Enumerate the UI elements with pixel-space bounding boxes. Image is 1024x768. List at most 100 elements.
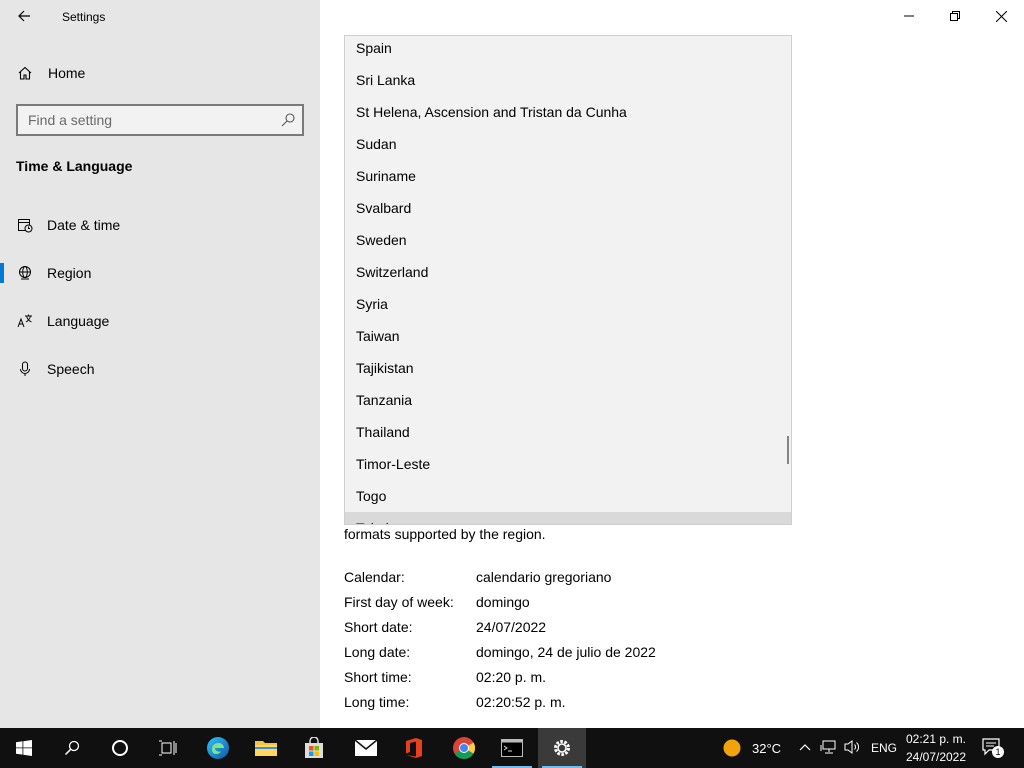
sidebar-item-label: Language (47, 313, 110, 329)
edge-button[interactable] (194, 728, 242, 768)
clock[interactable]: 02:21 p. m. 24/07/2022 (900, 730, 972, 766)
dropdown-option[interactable]: Timor-Leste (345, 448, 791, 480)
format-row-long-date: Long date: domingo, 24 de julio de 2022 (344, 644, 656, 660)
sidebar-item-label: Date & time (47, 217, 121, 233)
format-value: 02:20:52 p. m. (476, 694, 566, 710)
globe-icon (17, 265, 33, 281)
task-view-icon (159, 740, 177, 756)
search-icon (64, 740, 80, 756)
chrome-icon (453, 737, 475, 759)
sidebar-item-label: Region (47, 265, 92, 281)
minimize-button[interactable] (886, 0, 932, 32)
format-value: calendario gregoriano (476, 569, 612, 585)
sidebar-item-speech[interactable]: Speech (0, 349, 320, 389)
start-button[interactable] (0, 728, 48, 768)
gear-icon (554, 740, 570, 756)
taskbar: 32°C ENG 02:21 p. m. 24/07/2022 1 (0, 728, 1024, 768)
sidebar-item-region[interactable]: Region (0, 253, 320, 293)
terminal-icon (501, 739, 523, 757)
home-label: Home (48, 65, 86, 81)
format-value: 24/07/2022 (476, 619, 547, 635)
file-explorer-button[interactable] (242, 728, 290, 768)
edge-icon (207, 737, 229, 759)
terminal-button[interactable] (488, 728, 536, 768)
format-key: Long date: (344, 644, 411, 660)
section-title: Time & Language (16, 158, 133, 174)
format-row-short-time: Short time: 02:20 p. m. (344, 669, 546, 685)
sidebar-item-date-time[interactable]: Date & time (0, 205, 320, 245)
home-icon (17, 65, 33, 81)
settings-button[interactable] (538, 728, 586, 768)
close-button[interactable] (978, 0, 1024, 32)
input-language-indicator[interactable]: ENG (871, 741, 897, 755)
back-button[interactable] (8, 2, 40, 30)
restore-button[interactable] (932, 0, 978, 32)
volume-icon[interactable] (844, 739, 862, 760)
mail-icon (354, 739, 378, 756)
clock-time: 02:21 p. m. (905, 732, 967, 746)
format-key: Long time: (344, 694, 410, 710)
format-key: Short date: (344, 619, 413, 635)
search-input[interactable] (28, 112, 268, 128)
dropdown-option[interactable]: Sri Lanka (345, 64, 791, 96)
chrome-button[interactable] (440, 728, 488, 768)
mail-button[interactable] (342, 728, 390, 768)
format-row-long-time: Long time: 02:20:52 p. m. (344, 694, 566, 710)
restore-icon (950, 11, 960, 21)
dropdown-option[interactable]: Tanzania (345, 384, 791, 416)
store-button[interactable] (290, 728, 338, 768)
dropdown-option[interactable]: Svalbard (345, 192, 791, 224)
dropdown-option[interactable]: Sweden (345, 224, 791, 256)
weather-sun-icon[interactable] (722, 738, 742, 763)
app-title: Settings (62, 10, 106, 24)
format-row-calendar: Calendar: calendario gregoriano (344, 569, 611, 585)
network-icon[interactable] (820, 739, 838, 760)
sidebar-item-language[interactable]: Language (0, 301, 320, 341)
sidebar-item-label: Speech (47, 361, 95, 377)
search-box[interactable] (16, 104, 304, 136)
dropdown-option[interactable]: Taiwan (345, 320, 791, 352)
format-row-first-day: First day of week: domingo (344, 594, 530, 610)
dropdown-option[interactable]: Togo (345, 480, 791, 512)
cortana-button[interactable] (96, 728, 144, 768)
language-icon (17, 313, 33, 329)
taskbar-search-button[interactable] (48, 728, 96, 768)
store-bag-icon (305, 737, 323, 758)
search-icon[interactable] (280, 112, 296, 128)
notification-count-badge: 1 (992, 746, 1004, 758)
format-value: domingo, 24 de julio de 2022 (476, 644, 656, 660)
folder-icon (255, 741, 277, 756)
dropdown-option[interactable]: St Helena, Ascension and Tristan da Cunh… (345, 96, 791, 128)
office-button[interactable] (390, 728, 438, 768)
task-view-button[interactable] (144, 728, 192, 768)
windows-logo-icon (16, 740, 32, 756)
format-value: domingo (476, 594, 530, 610)
dropdown-option[interactable]: Switzerland (345, 256, 791, 288)
dropdown-option[interactable]: Spain (345, 36, 791, 64)
chevron-up-icon[interactable] (798, 740, 812, 759)
dropdown-option-hovered[interactable]: Tokelau (345, 512, 791, 524)
format-row-short-date: Short date: 24/07/2022 (344, 619, 546, 635)
dropdown-scrollbar-thumb[interactable] (787, 436, 789, 464)
home-nav-item[interactable]: Home (0, 56, 320, 90)
dropdown-option[interactable]: Suriname (345, 160, 791, 192)
office-icon (406, 738, 422, 758)
clock-date: 24/07/2022 (905, 750, 967, 764)
back-arrow-icon (18, 10, 30, 22)
cortana-circle-icon (112, 740, 128, 756)
format-key: First day of week: (344, 594, 454, 610)
format-key: Calendar: (344, 569, 405, 585)
microphone-icon (17, 361, 33, 377)
dropdown-option[interactable]: Tajikistan (345, 352, 791, 384)
format-key: Short time: (344, 669, 412, 685)
close-icon (995, 10, 1007, 22)
weather-temp[interactable]: 32°C (752, 741, 781, 756)
dropdown-option[interactable]: Sudan (345, 128, 791, 160)
minimize-icon (904, 15, 914, 17)
action-center-button[interactable]: 1 (982, 738, 1004, 758)
format-value: 02:20 p. m. (476, 669, 547, 685)
regional-format-description: formats supported by the region. (344, 526, 546, 542)
country-region-dropdown-list[interactable]: Spain Sri Lanka St Helena, Ascension and… (344, 35, 792, 525)
dropdown-option[interactable]: Thailand (345, 416, 791, 448)
dropdown-option[interactable]: Syria (345, 288, 791, 320)
